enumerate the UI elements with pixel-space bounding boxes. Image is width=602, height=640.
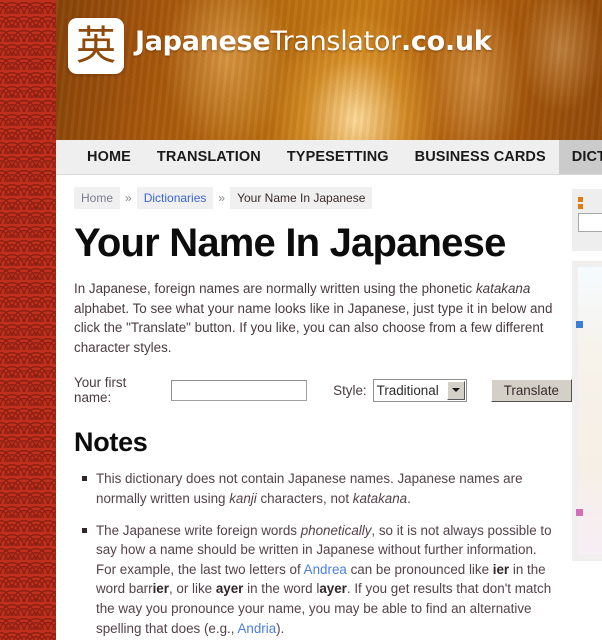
translate-form: Your first name: Style: Traditional Tran… <box>74 375 572 405</box>
list-item: This dictionary does not contain Japanes… <box>82 469 558 508</box>
primary-navigation: HOME TRANSLATION TYPESETTING BUSINESS CA… <box>56 140 602 175</box>
page-column: 英 JapaneseTranslator.co.uk HOME TRANSLAT… <box>56 0 602 640</box>
browser-viewport: 英 JapaneseTranslator.co.uk HOME TRANSLAT… <box>0 0 602 640</box>
note-bold-ier: ier <box>492 561 510 577</box>
note-bold-ayer: ayer <box>319 581 347 597</box>
note-bold-ayer: ayer <box>215 581 244 597</box>
page-title: Your Name In Japanese <box>74 221 506 265</box>
notes-list: This dictionary does not contain Japanes… <box>56 469 572 640</box>
nav-item-typesetting[interactable]: TYPESETTING <box>274 140 402 174</box>
note-emphasis-katakana: katakana <box>352 490 408 506</box>
link-andrea[interactable]: Andrea <box>304 562 347 577</box>
site-wordmark[interactable]: JapaneseTranslator.co.uk <box>135 26 492 57</box>
style-select[interactable]: Traditional <box>372 378 467 402</box>
sidebar-search-panel <box>572 189 602 251</box>
note-text: ). <box>276 620 285 636</box>
notes-heading: Notes <box>74 427 148 458</box>
breadcrumb-current: Your Name In Japanese <box>230 187 373 209</box>
note-text: in the word l <box>243 581 320 597</box>
style-select-value: Traditional <box>376 382 439 398</box>
nav-item-business-cards[interactable]: BUSINESS CARDS <box>402 140 559 174</box>
sidebar-bullet-icon <box>576 321 583 328</box>
wordmark-japanese: Japanese <box>135 26 271 57</box>
note-text: can be pronounced like <box>346 561 493 577</box>
sidebar-promo-panel <box>572 261 602 561</box>
main-content: Home » Dictionaries » Your Name In Japan… <box>56 175 572 640</box>
breadcrumb-dictionaries[interactable]: Dictionaries <box>136 187 214 209</box>
content-wrapper: Home » Dictionaries » Your Name In Japan… <box>56 175 602 640</box>
chevron-down-icon[interactable] <box>446 380 465 400</box>
list-item: The Japanese write foreign words phoneti… <box>82 521 558 639</box>
translate-button[interactable]: Translate <box>490 378 572 402</box>
intro-text-2: alphabet. To see what your name looks li… <box>74 300 553 355</box>
sidebar <box>572 175 602 571</box>
first-name-label: Your first name: <box>74 375 127 406</box>
link-andria[interactable]: Andria <box>237 621 276 636</box>
note-text: . <box>407 490 411 506</box>
sidebar-bullet-icon <box>576 509 583 516</box>
breadcrumb-separator: » <box>125 191 132 205</box>
sidebar-search-input[interactable] <box>578 213 602 232</box>
note-text: The Japanese write foreign words <box>96 522 301 538</box>
breadcrumb-separator: » <box>218 191 226 205</box>
site-logo[interactable]: 英 <box>68 18 124 74</box>
note-text: characters, not <box>256 490 353 506</box>
nav-item-home[interactable]: HOME <box>74 140 144 174</box>
note-bold-ier: ier <box>152 581 169 597</box>
seigaiha-pattern-border <box>0 0 56 640</box>
site-masthead: 英 JapaneseTranslator.co.uk <box>56 0 602 140</box>
wordmark-tld: .co.uk <box>400 26 492 57</box>
note-text: , or like <box>168 581 216 597</box>
style-label: Style: <box>333 382 367 398</box>
note-emphasis-phonetically: phonetically <box>300 522 372 538</box>
note-emphasis-kanji: kanji <box>229 490 257 506</box>
breadcrumb: Home » Dictionaries » Your Name In Japan… <box>74 187 572 209</box>
nav-item-translation[interactable]: TRANSLATION <box>144 140 274 174</box>
sidebar-marker-icon <box>578 197 602 209</box>
first-name-input[interactable] <box>171 379 308 401</box>
wordmark-translator: Translator <box>270 26 401 57</box>
intro-katakana-emphasis: katakana <box>475 281 531 296</box>
nav-item-dictionaries[interactable]: DICTIONARIES <box>558 140 602 174</box>
kanji-ei-icon: 英 <box>76 23 116 69</box>
intro-text-1: In Japanese, foreign names are normally … <box>74 281 476 296</box>
intro-paragraph: In Japanese, foreign names are normally … <box>74 279 556 357</box>
breadcrumb-home[interactable]: Home <box>74 187 121 209</box>
